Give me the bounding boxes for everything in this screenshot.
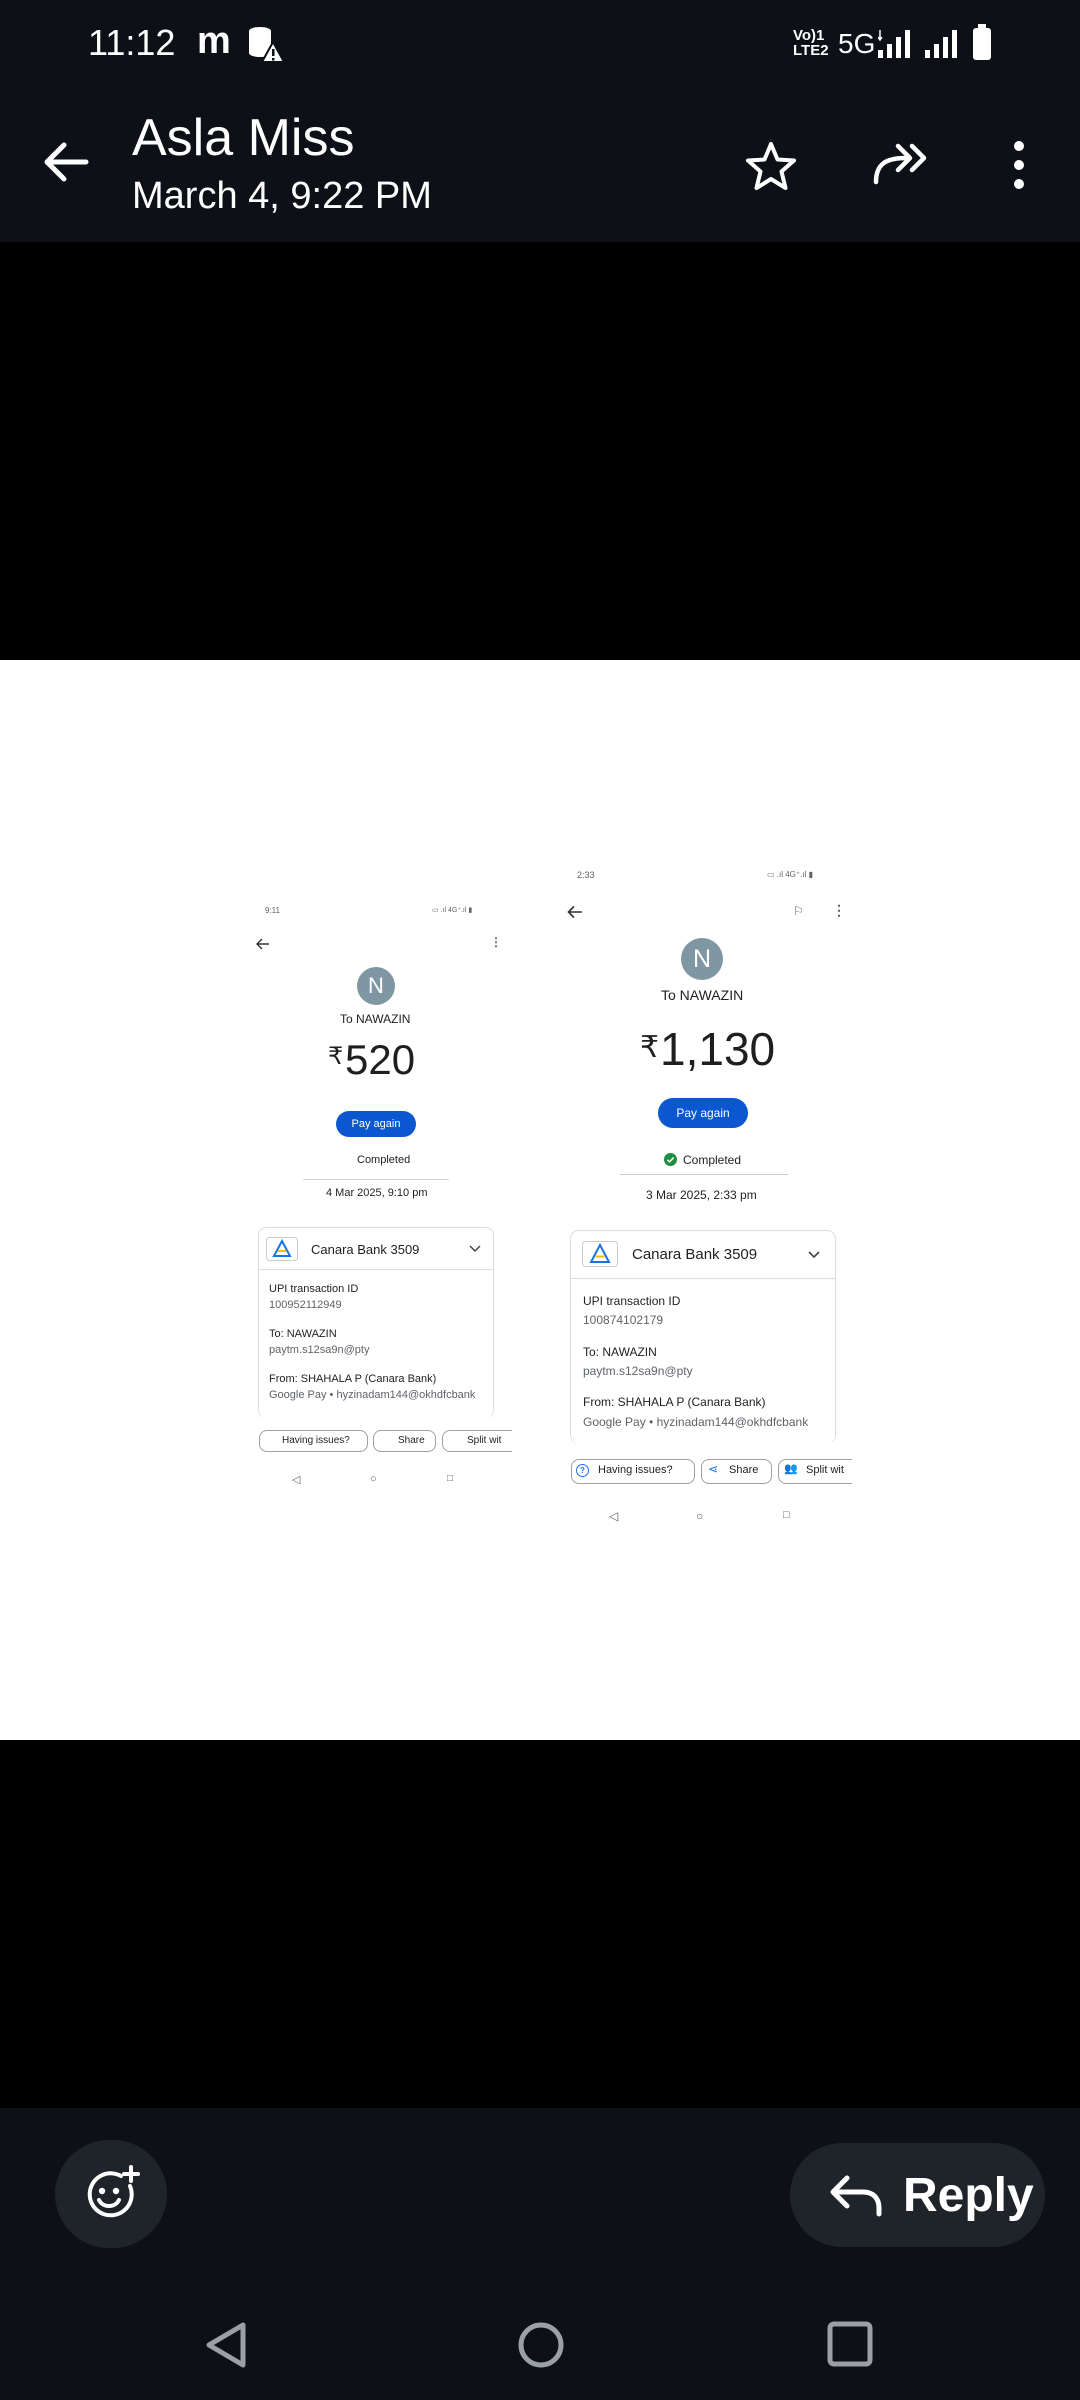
attached-image[interactable]: [0, 660, 1080, 1740]
sender-name: Asla Miss: [132, 109, 355, 167]
nav-home-icon: ○: [370, 1473, 377, 1485]
pay-again-button: Pay again: [336, 1111, 416, 1137]
screenshot-menu-icon: ⋮: [832, 902, 846, 918]
card-divider: [571, 1278, 835, 1279]
nav-back-icon: ◁: [609, 1509, 619, 1523]
screenshot-flag-icon: ⚐: [793, 904, 804, 918]
upi-label: UPI transaction ID: [269, 1283, 359, 1295]
data-warning-icon: [249, 27, 286, 63]
payment-status: Completed: [683, 1153, 742, 1167]
chevron-down-icon: [808, 1251, 820, 1259]
split-label: Split wit: [467, 1435, 502, 1446]
more-options-icon[interactable]: [1011, 140, 1027, 190]
right-screenshot: 2:33 ▭ .ıl 4G⁺.ıl ▮ ⚐ ⋮ N To NAWAZIN ₹ 1…: [562, 858, 852, 1538]
to-label: To: NAWAZIN: [583, 1345, 657, 1359]
screenshot-back-icon: [567, 905, 582, 919]
upi-id: 100952112949: [269, 1299, 342, 1311]
signal-2-icon: [925, 30, 957, 58]
reply-label: Reply: [903, 2169, 1034, 2222]
bank-account: Canara Bank 3509: [311, 1242, 420, 1257]
having-issues-label: Having issues?: [598, 1464, 673, 1476]
screenshot-back-icon: [256, 938, 269, 950]
screenshot-time: 2:33: [577, 870, 595, 880]
upi-label: UPI transaction ID: [583, 1294, 681, 1308]
screenshot-menu-icon: ⋮: [490, 935, 502, 949]
payee-avatar: N: [681, 938, 723, 980]
payment-amount: 1,130: [660, 1023, 776, 1075]
payment-amount: 520: [345, 1036, 416, 1083]
system-home-icon[interactable]: [516, 2320, 566, 2370]
to-label: To: NAWAZIN: [269, 1328, 337, 1340]
status-time: 11:12: [88, 22, 176, 63]
screenshot-time: 9:11: [265, 906, 280, 915]
payee-name: To NAWAZIN: [340, 1012, 411, 1026]
system-back-icon[interactable]: [203, 2320, 249, 2370]
left-screenshot: 9:11 ▭ .ıl 4G⁺.ıl ▮ ⋮ N To NAWAZIN ₹ 520…: [252, 896, 512, 1496]
payee-name: To NAWAZIN: [661, 987, 744, 1003]
network-type: 5G: [838, 28, 876, 59]
completed-check-icon: [664, 1153, 677, 1166]
canara-bank-logo: [582, 1241, 618, 1267]
card-divider: [259, 1269, 493, 1270]
divider: [620, 1174, 788, 1175]
upi-id: 100874102179: [583, 1313, 664, 1327]
from-handle: Google Pay • hyzinadam144@okhdfcbank: [583, 1415, 809, 1429]
carrier-icon: m: [197, 20, 231, 62]
add-reaction-icon: [87, 2165, 140, 2218]
payment-date: 3 Mar 2025, 2:33 pm: [646, 1188, 757, 1202]
from-label: From: SHAHALA P (Canara Bank): [269, 1373, 437, 1385]
currency-symbol: ₹: [640, 1031, 660, 1064]
nav-home-icon: ○: [696, 1509, 704, 1523]
star-icon[interactable]: [744, 140, 798, 194]
volte-indicator: Vo)1 LTE2: [793, 27, 829, 59]
from-handle: Google Pay • hyzinadam144@okhdfcbank: [269, 1389, 476, 1401]
screenshot-status-icons: ▭ .ıl 4G⁺.ıl ▮: [432, 907, 473, 914]
from-label: From: SHAHALA P (Canara Bank): [583, 1395, 766, 1409]
message-date: March 4, 9:22 PM: [132, 175, 432, 217]
to-handle: paytm.s12sa9n@pty: [583, 1364, 693, 1378]
signal-1-icon: [878, 30, 910, 58]
having-issues-label: Having issues?: [282, 1435, 350, 1446]
pay-again-button: Pay again: [658, 1098, 748, 1128]
bank-account: Canara Bank 3509: [632, 1246, 758, 1263]
reply-icon: [830, 2175, 882, 2217]
split-icon: 👥: [784, 1463, 798, 1475]
to-handle: paytm.s12sa9n@pty: [269, 1344, 370, 1356]
payee-avatar: N: [357, 967, 395, 1005]
forward-all-icon[interactable]: [872, 140, 932, 186]
payment-date: 4 Mar 2025, 9:10 pm: [326, 1187, 428, 1199]
share-label: Share: [729, 1464, 759, 1476]
nav-recents-icon: □: [783, 1509, 790, 1521]
chevron-down-icon: [469, 1245, 481, 1253]
payment-status: Completed: [357, 1154, 411, 1166]
share-icon: ⋖: [708, 1462, 719, 1476]
divider: [303, 1179, 449, 1180]
system-recents-icon[interactable]: [826, 2320, 874, 2368]
share-label: Share: [398, 1435, 425, 1446]
screenshot-status-icons: ▭ .ıl 4G⁺.ıl ▮: [767, 870, 813, 879]
canara-bank-logo: [266, 1237, 298, 1261]
nav-back-icon: ◁: [292, 1474, 301, 1486]
back-arrow-icon[interactable]: [40, 137, 90, 187]
currency-symbol: ₹: [328, 1043, 344, 1070]
battery-icon: [973, 24, 991, 60]
help-icon: ?: [576, 1464, 589, 1477]
nav-recents-icon: □: [447, 1473, 454, 1484]
split-label: Split wit: [806, 1464, 844, 1476]
